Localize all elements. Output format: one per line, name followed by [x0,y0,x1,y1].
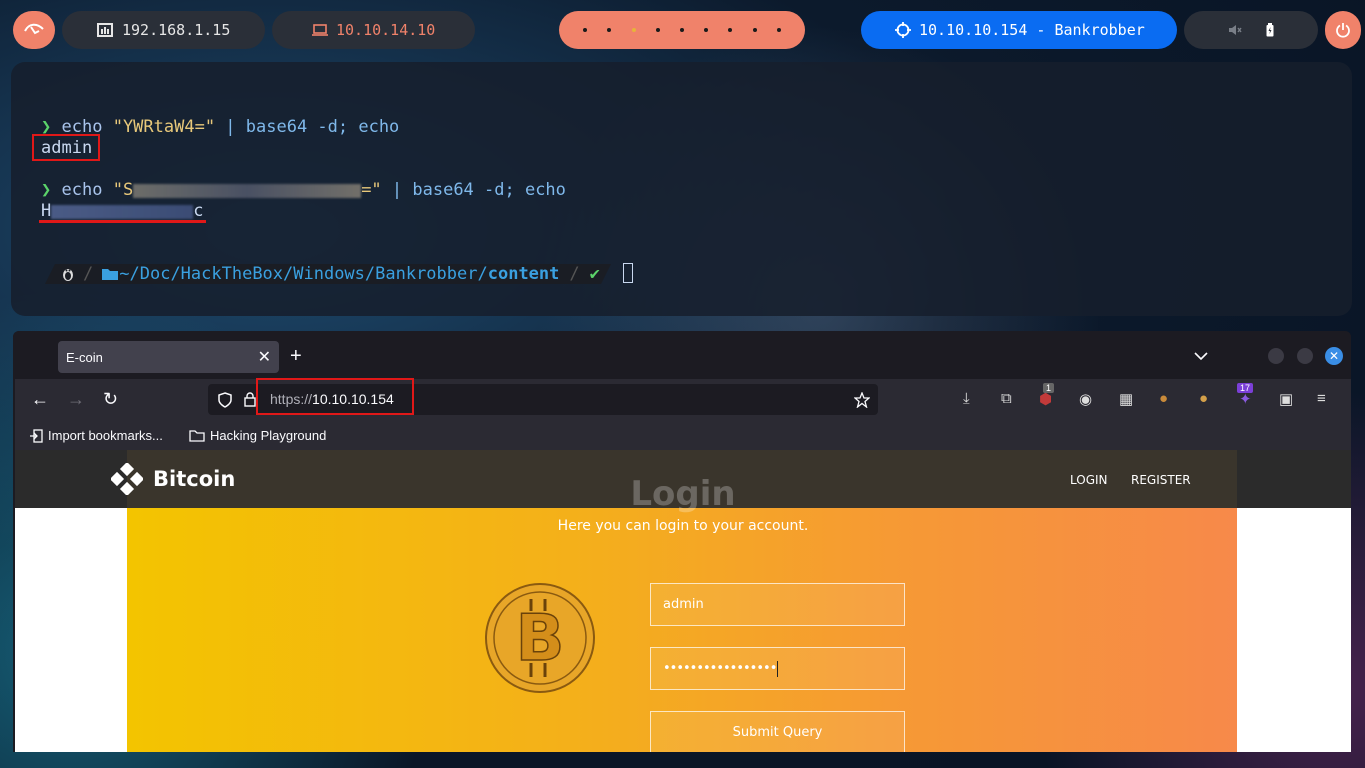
text-cursor [777,660,779,677]
maximize-button[interactable] [1297,348,1313,364]
password-input[interactable]: ••••••••••••••••• [650,647,905,690]
navigation-toolbar: ← → ↻ https://10.10.10.154 ⤓ ⧉ ⬢ 1 ◉ ▦ ●… [15,378,1351,422]
folder-icon [189,430,205,442]
power-button[interactable] [1325,11,1361,49]
nav-login-link[interactable]: LOGIN [1070,473,1108,487]
nav-register-link[interactable]: REGISTER [1131,473,1191,487]
extensions-puzzle-icon[interactable]: ⧉ [1001,390,1012,407]
bitcoin-coin-image: B [485,583,595,693]
back-arrow-icon[interactable]: ← [31,389,49,410]
host-ip-text: 192.168.1.15 [122,21,231,39]
shield-icon[interactable] [218,392,232,408]
highlight-box-admin [32,134,100,161]
powerline-path: /Doc/HackTheBox/Windows/Bankrobber/ [129,264,488,284]
powerline-status-check: ✔ [589,264,600,284]
workspace-dot[interactable] [728,28,733,32]
system-tray[interactable] [1184,11,1318,49]
import-icon [30,428,43,443]
owl-extension-icon[interactable]: ◉ [1079,390,1092,408]
tab-title: E-coin [66,349,103,365]
crosshair-icon [895,22,911,38]
bookmark-star-icon[interactable] [854,392,870,408]
username-input[interactable]: admin [650,583,905,626]
workspace-dot-active[interactable] [631,28,636,32]
bookmark-import[interactable]: Import bookmarks... [29,428,163,443]
login-subtitle: Here you can login to your account. [557,518,809,534]
laptop-icon [312,24,328,36]
terminal-cursor [623,263,633,283]
cookie-editor-icon[interactable]: ● [1159,390,1168,407]
bookmarks-toolbar: Import bookmarks... Hacking Playground [15,422,1351,450]
volume-muted-icon[interactable] [1228,23,1242,37]
target-widget[interactable]: 10.10.10.154 - Bankrobber [861,11,1177,49]
wappalyzer-icon[interactable]: ▣ [1279,390,1293,408]
tab-bar: E-coin ✕ + ✕ [13,331,1351,379]
workspace-dot[interactable] [679,28,684,32]
powerline-home: ~ [119,264,130,284]
highlight-box-url [256,378,414,415]
reload-icon[interactable]: ↻ [103,389,118,410]
workspace-dot[interactable] [583,28,588,32]
folder-icon [101,267,119,281]
kali-menu-button[interactable] [13,11,55,49]
web-page: Login Bitcoin LOGIN REGISTER Here you ca… [15,450,1351,752]
workspace-switcher[interactable] [559,11,805,49]
workspace-dot[interactable] [607,28,612,32]
svg-text:B: B [516,602,565,676]
bookmark-hacking-playground[interactable]: Hacking Playground [189,428,326,443]
redacted-password [51,205,193,219]
highlight-underline-password [39,220,206,223]
workspace-dot[interactable] [752,28,757,32]
qr-code-icon[interactable]: ▦ [1119,390,1133,408]
lock-icon[interactable] [244,392,256,407]
powerline-prompt: / ~ /Doc/HackTheBox/Windows/Bankrobber/ … [45,264,611,284]
vpn-ip-text: 10.10.14.10 [336,21,436,39]
battery-icon[interactable] [1266,23,1274,37]
cookie-manager-icon[interactable]: ● [1199,390,1208,407]
new-tab-button[interactable]: + [290,345,302,368]
url-bar[interactable]: https://10.10.10.154 [208,378,878,415]
host-ip-widget[interactable]: 192.168.1.15 [62,11,265,49]
powerline-current-dir: content [487,264,560,284]
redacted-base64 [133,184,361,198]
workspace-dot[interactable] [704,28,709,32]
vpn-ip-widget[interactable]: 10.10.14.10 [272,11,475,49]
workspace-dot[interactable] [776,28,781,32]
power-icon [1336,23,1350,38]
downloads-icon[interactable]: ⤓ [963,390,970,407]
tab-close-icon[interactable]: ✕ [258,347,271,367]
firefox-window[interactable]: E-coin ✕ + ✕ ← → ↻ https://10.10.10.154 … [13,331,1351,752]
linux-tux-icon [61,266,75,282]
tab-ecoin[interactable]: E-coin ✕ [58,341,279,373]
tab-list-chevron-icon[interactable] [1194,351,1208,361]
site-brand[interactable]: Bitcoin [111,463,235,495]
network-icon [97,23,113,37]
ublock-badge: 1 [1043,383,1055,393]
kali-dragon-icon [24,23,44,35]
bitcoin-logo-icon [111,463,143,495]
forward-arrow-icon[interactable]: → [67,389,85,410]
hacktools-badge: 17 [1237,383,1254,393]
minimize-button[interactable] [1268,348,1284,364]
bitcoin-b-icon: B [493,591,587,685]
hamburger-menu-icon[interactable]: ≡ [1317,390,1326,407]
target-text: 10.10.10.154 - Bankrobber [919,21,1145,39]
terminal-window[interactable]: ❯ echo "YWRtaW4=" | base64 -d; echo admi… [11,62,1352,316]
workspace-dot[interactable] [655,28,660,32]
window-close-button[interactable]: ✕ [1325,347,1343,365]
submit-query-button[interactable]: Submit Query [650,711,905,752]
